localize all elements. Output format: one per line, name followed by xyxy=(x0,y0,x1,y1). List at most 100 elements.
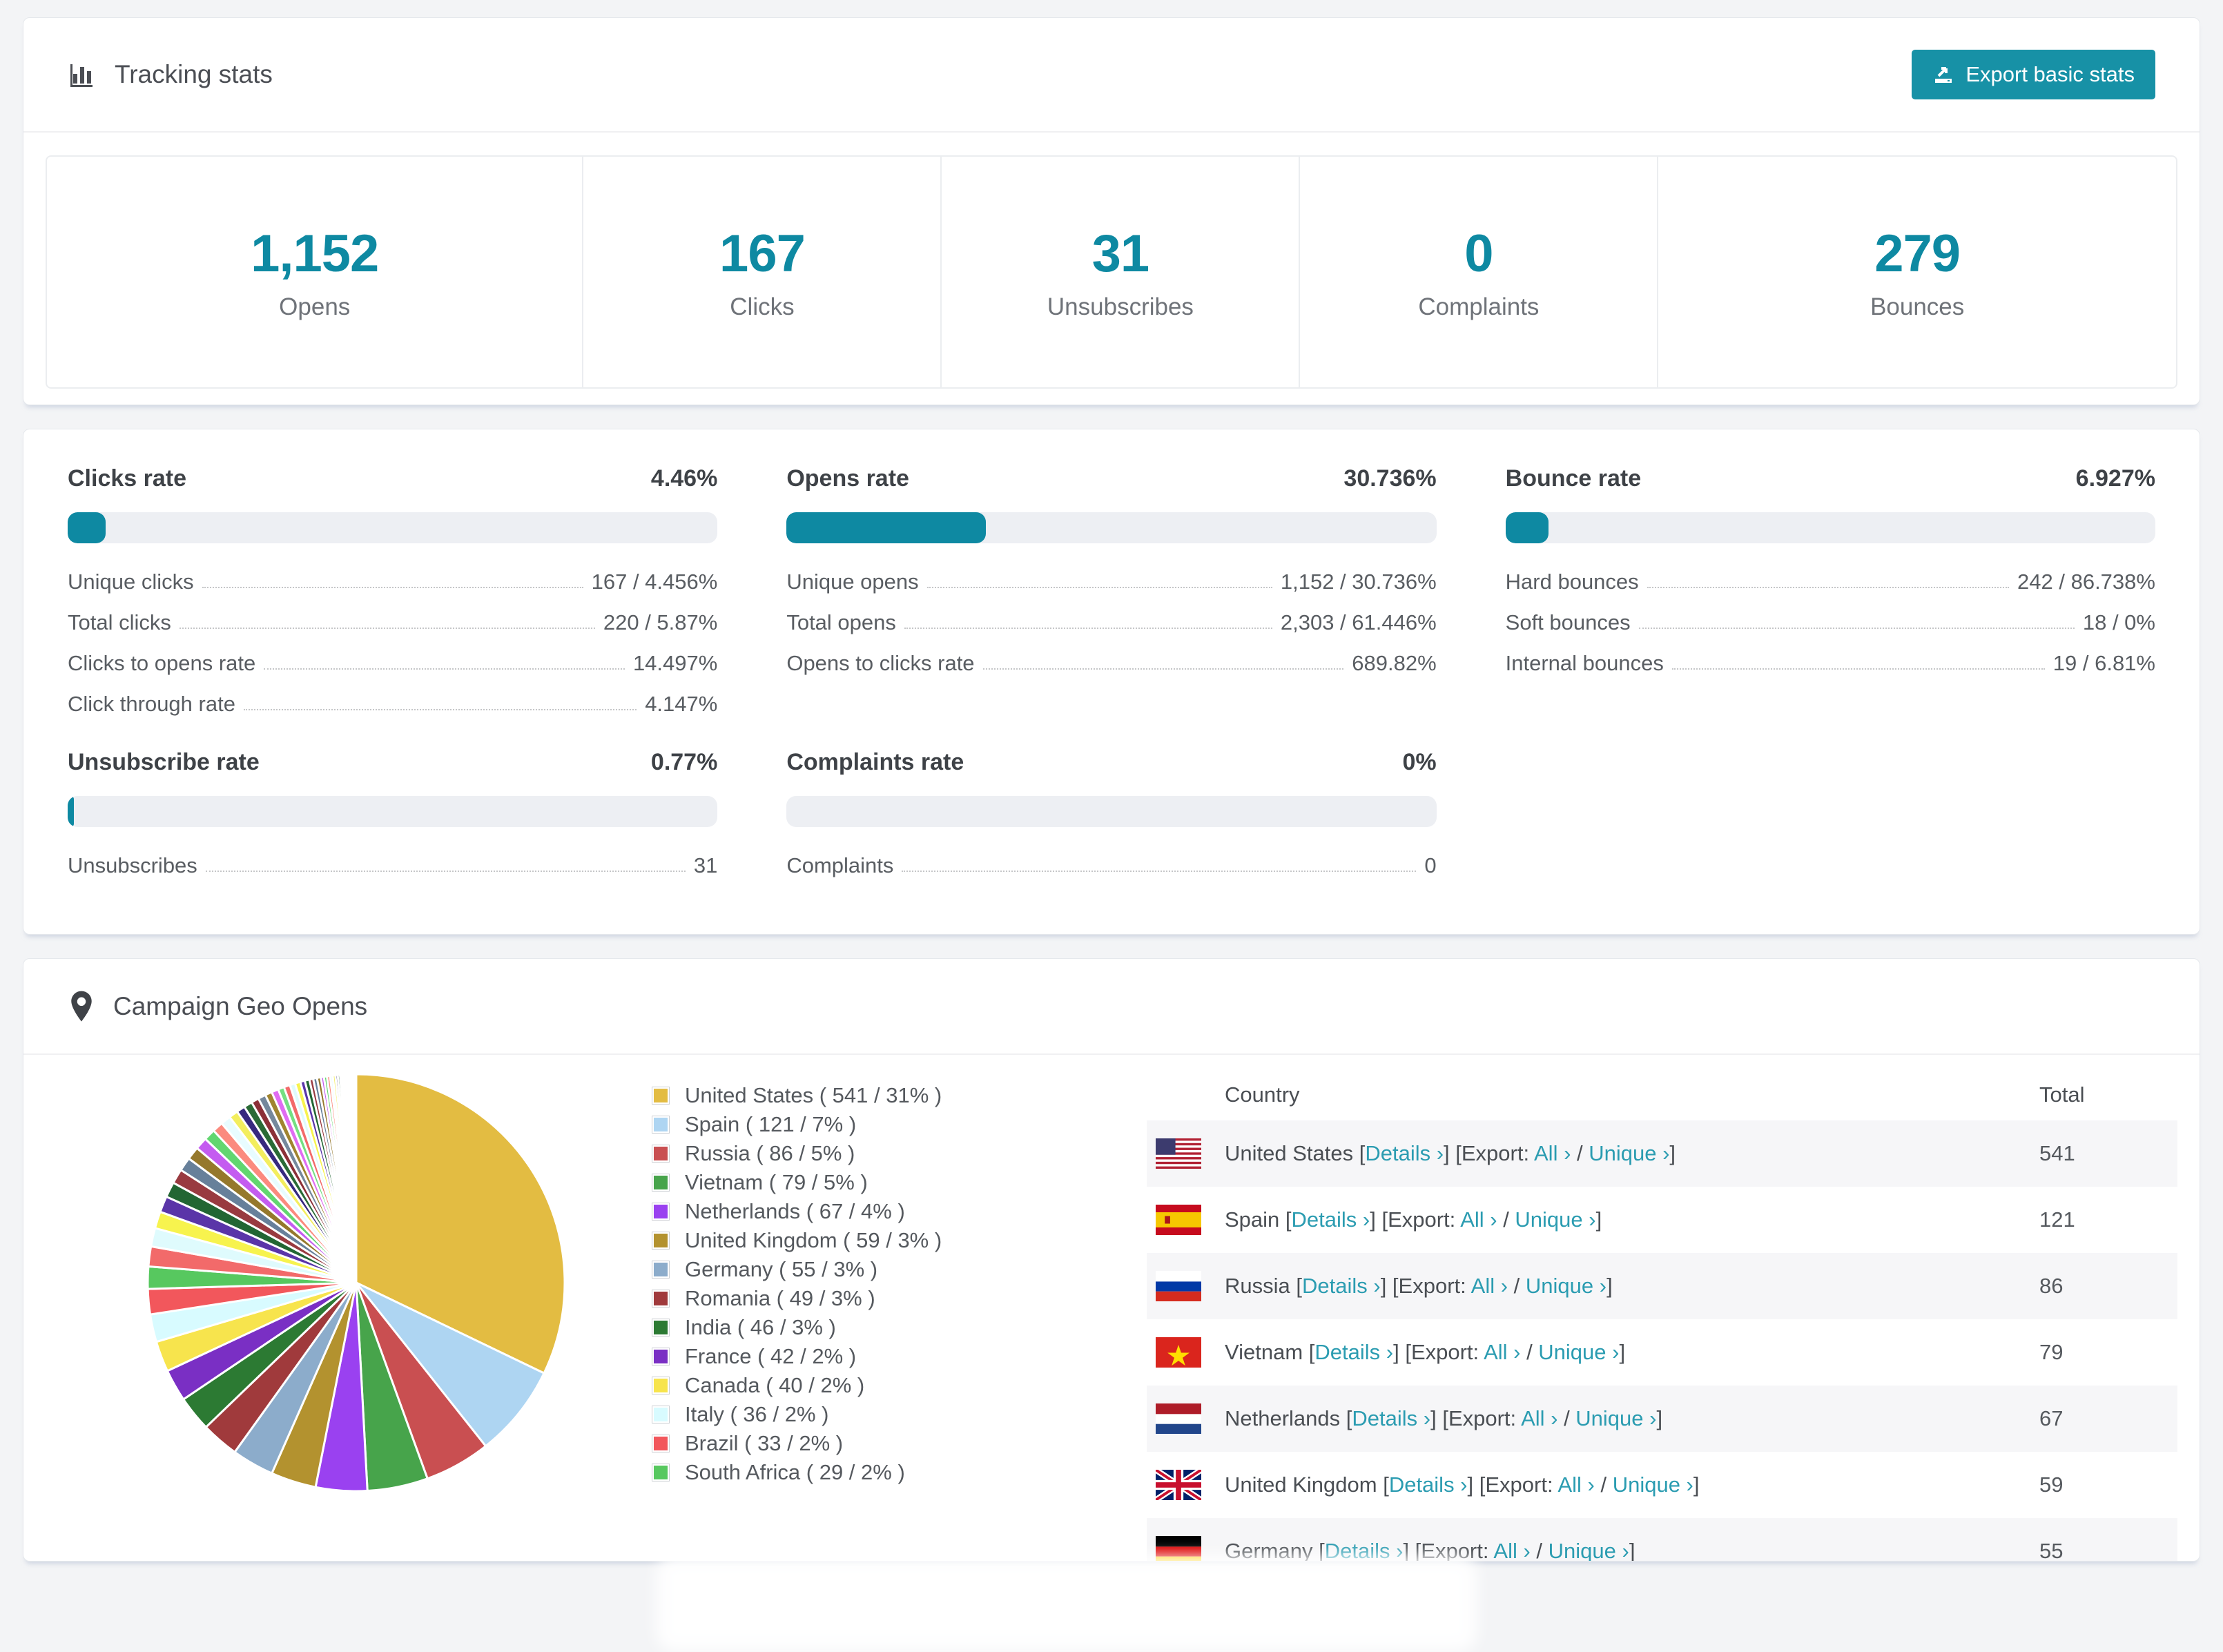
bracket: ] xyxy=(1596,1207,1602,1232)
geo-country-name: United States xyxy=(1225,1141,1359,1165)
dotted-leader xyxy=(264,668,625,670)
rate-detail-value: 167 / 4.456% xyxy=(592,570,718,594)
export-unique-link[interactable]: Unique › xyxy=(1538,1340,1619,1364)
rates-card: Clicks rate4.46%Unique clicks167 / 4.456… xyxy=(23,429,2200,935)
export-unique-link[interactable]: Unique › xyxy=(1613,1473,1693,1497)
rate-detail-label: Unique opens xyxy=(786,570,918,594)
stat-label: Opens xyxy=(279,293,350,321)
rate-progress-bar xyxy=(1506,512,2155,543)
geo-row-total: 55 xyxy=(2039,1539,2177,1562)
es-flag-icon xyxy=(1156,1205,1201,1235)
export-all-link[interactable]: All › xyxy=(1460,1207,1497,1232)
dotted-leader xyxy=(1639,628,2075,629)
dotted-leader xyxy=(983,668,1344,670)
details-link[interactable]: Details › xyxy=(1389,1473,1468,1497)
slash: / xyxy=(1557,1406,1575,1430)
geo-country-name: Netherlands xyxy=(1225,1406,1346,1430)
rate-progress-fill xyxy=(68,512,106,543)
legend-label: South Africa ( 29 / 2% ) xyxy=(685,1460,905,1485)
details-link[interactable]: Details › xyxy=(1302,1274,1381,1298)
rate-detail-value: 19 / 6.81% xyxy=(2053,651,2155,675)
legend-label: Vietnam ( 79 / 5% ) xyxy=(685,1170,868,1195)
legend-label: India ( 46 / 3% ) xyxy=(685,1315,836,1340)
legend-swatch xyxy=(652,1406,670,1423)
stat-label: Clicks xyxy=(730,293,794,321)
geo-country-name: Russia xyxy=(1225,1274,1296,1298)
export-all-link[interactable]: All › xyxy=(1493,1539,1530,1562)
rate-detail-value: 2,303 / 61.446% xyxy=(1281,610,1437,634)
geo-row-total: 59 xyxy=(2039,1473,2177,1497)
export-all-link[interactable]: All › xyxy=(1557,1473,1594,1497)
legend-swatch-color xyxy=(654,1321,668,1334)
rate-detail-rows: Complaints0 xyxy=(786,853,1436,877)
legend-swatch-color xyxy=(654,1437,668,1450)
legend-label: France ( 42 / 2% ) xyxy=(685,1344,856,1369)
legend-swatch-color xyxy=(654,1408,668,1421)
legend-item-germany: Germany ( 55 / 3% ) xyxy=(652,1255,942,1284)
details-link[interactable]: Details › xyxy=(1292,1207,1370,1232)
dotted-leader xyxy=(244,709,637,710)
rate-detail-row: Clicks to opens rate 14.497% xyxy=(68,651,717,675)
legend-item-romania: Romania ( 49 / 3% ) xyxy=(652,1284,942,1313)
geo-row-text: Russia [Details ›] [Export: All › / Uniq… xyxy=(1147,1274,2039,1299)
geo-country-name: United Kingdom xyxy=(1225,1473,1383,1497)
bracket: ] [Export: xyxy=(1430,1406,1521,1430)
rate-detail-value: 14.497% xyxy=(633,651,717,675)
rate-value: 0% xyxy=(1403,749,1437,775)
stat-value: 279 xyxy=(1874,224,1960,284)
rate-detail-row: Total opens2,303 / 61.446% xyxy=(786,610,1436,634)
rate-detail-label: Clicks to opens rate xyxy=(68,651,255,675)
legend-item-south-africa: South Africa ( 29 / 2% ) xyxy=(652,1458,942,1487)
export-unique-link[interactable]: Unique › xyxy=(1549,1539,1629,1562)
geo-table-header: Country Total xyxy=(1147,1069,2177,1120)
rate-detail-label: Click through rate xyxy=(68,692,235,716)
dotted-leader xyxy=(202,587,583,588)
legend-swatch-color xyxy=(654,1263,668,1276)
legend-label: United States ( 541 / 31% ) xyxy=(685,1083,942,1108)
legend-item-united-states: United States ( 541 / 31% ) xyxy=(652,1081,942,1110)
rate-detail-value: 689.82% xyxy=(1352,651,1436,675)
export-all-link[interactable]: All › xyxy=(1471,1274,1508,1298)
legend-item-spain: Spain ( 121 / 7% ) xyxy=(652,1110,942,1139)
dotted-leader xyxy=(179,628,595,629)
legend-label: Italy ( 36 / 2% ) xyxy=(685,1402,828,1427)
stat-label: Bounces xyxy=(1870,293,1964,321)
export-unique-link[interactable]: Unique › xyxy=(1515,1207,1595,1232)
geo-table-header-total: Total xyxy=(2039,1082,2177,1107)
rate-detail-row: Internal bounces19 / 6.81% xyxy=(1506,651,2155,675)
rate-detail-row: Unique opens 1,152 / 30.736% xyxy=(786,570,1436,594)
legend-swatch-color xyxy=(654,1205,668,1218)
rate-title-row: Unsubscribe rate0.77% xyxy=(68,749,717,775)
legend-swatch xyxy=(652,1377,670,1395)
stat-value: 167 xyxy=(719,224,805,284)
legend-label: Brazil ( 33 / 2% ) xyxy=(685,1431,843,1456)
export-all-link[interactable]: All › xyxy=(1521,1406,1557,1430)
rate-detail-value: 1,152 / 30.736% xyxy=(1281,570,1437,594)
legend-swatch-color xyxy=(654,1234,668,1247)
export-basic-stats-button[interactable]: Export basic stats xyxy=(1912,50,2155,99)
export-all-link[interactable]: All › xyxy=(1534,1141,1571,1165)
vn-flag-icon xyxy=(1156,1337,1201,1368)
export-unique-link[interactable]: Unique › xyxy=(1589,1141,1669,1165)
legend-item-united-kingdom: United Kingdom ( 59 / 3% ) xyxy=(652,1226,942,1255)
export-unique-link[interactable]: Unique › xyxy=(1526,1274,1606,1298)
rate-detail-label: Unique clicks xyxy=(68,570,194,594)
stat-value: 31 xyxy=(1092,224,1149,284)
legend-swatch xyxy=(652,1174,670,1192)
export-basic-stats-label: Export basic stats xyxy=(1965,62,2135,87)
rate-detail-label: Unsubscribes xyxy=(68,853,197,877)
legend-swatch xyxy=(652,1435,670,1452)
details-link[interactable]: Details › xyxy=(1314,1340,1393,1364)
tracking-stats-card: Tracking stats Export basic stats 1,152O… xyxy=(23,17,2200,405)
export-all-link[interactable]: All › xyxy=(1484,1340,1520,1364)
legend-swatch xyxy=(652,1261,670,1279)
rate-detail-label: Opens to clicks rate xyxy=(786,651,974,675)
details-link[interactable]: Details › xyxy=(1352,1406,1430,1430)
gb-flag-icon xyxy=(1156,1470,1201,1500)
details-link[interactable]: Details › xyxy=(1365,1141,1444,1165)
geo-legend: United States ( 541 / 31% )Spain ( 121 /… xyxy=(652,1069,942,1562)
export-unique-link[interactable]: Unique › xyxy=(1575,1406,1656,1430)
rate-title: Bounce rate xyxy=(1506,465,1642,492)
legend-swatch xyxy=(652,1319,670,1337)
legend-item-brazil: Brazil ( 33 / 2% ) xyxy=(652,1429,942,1458)
